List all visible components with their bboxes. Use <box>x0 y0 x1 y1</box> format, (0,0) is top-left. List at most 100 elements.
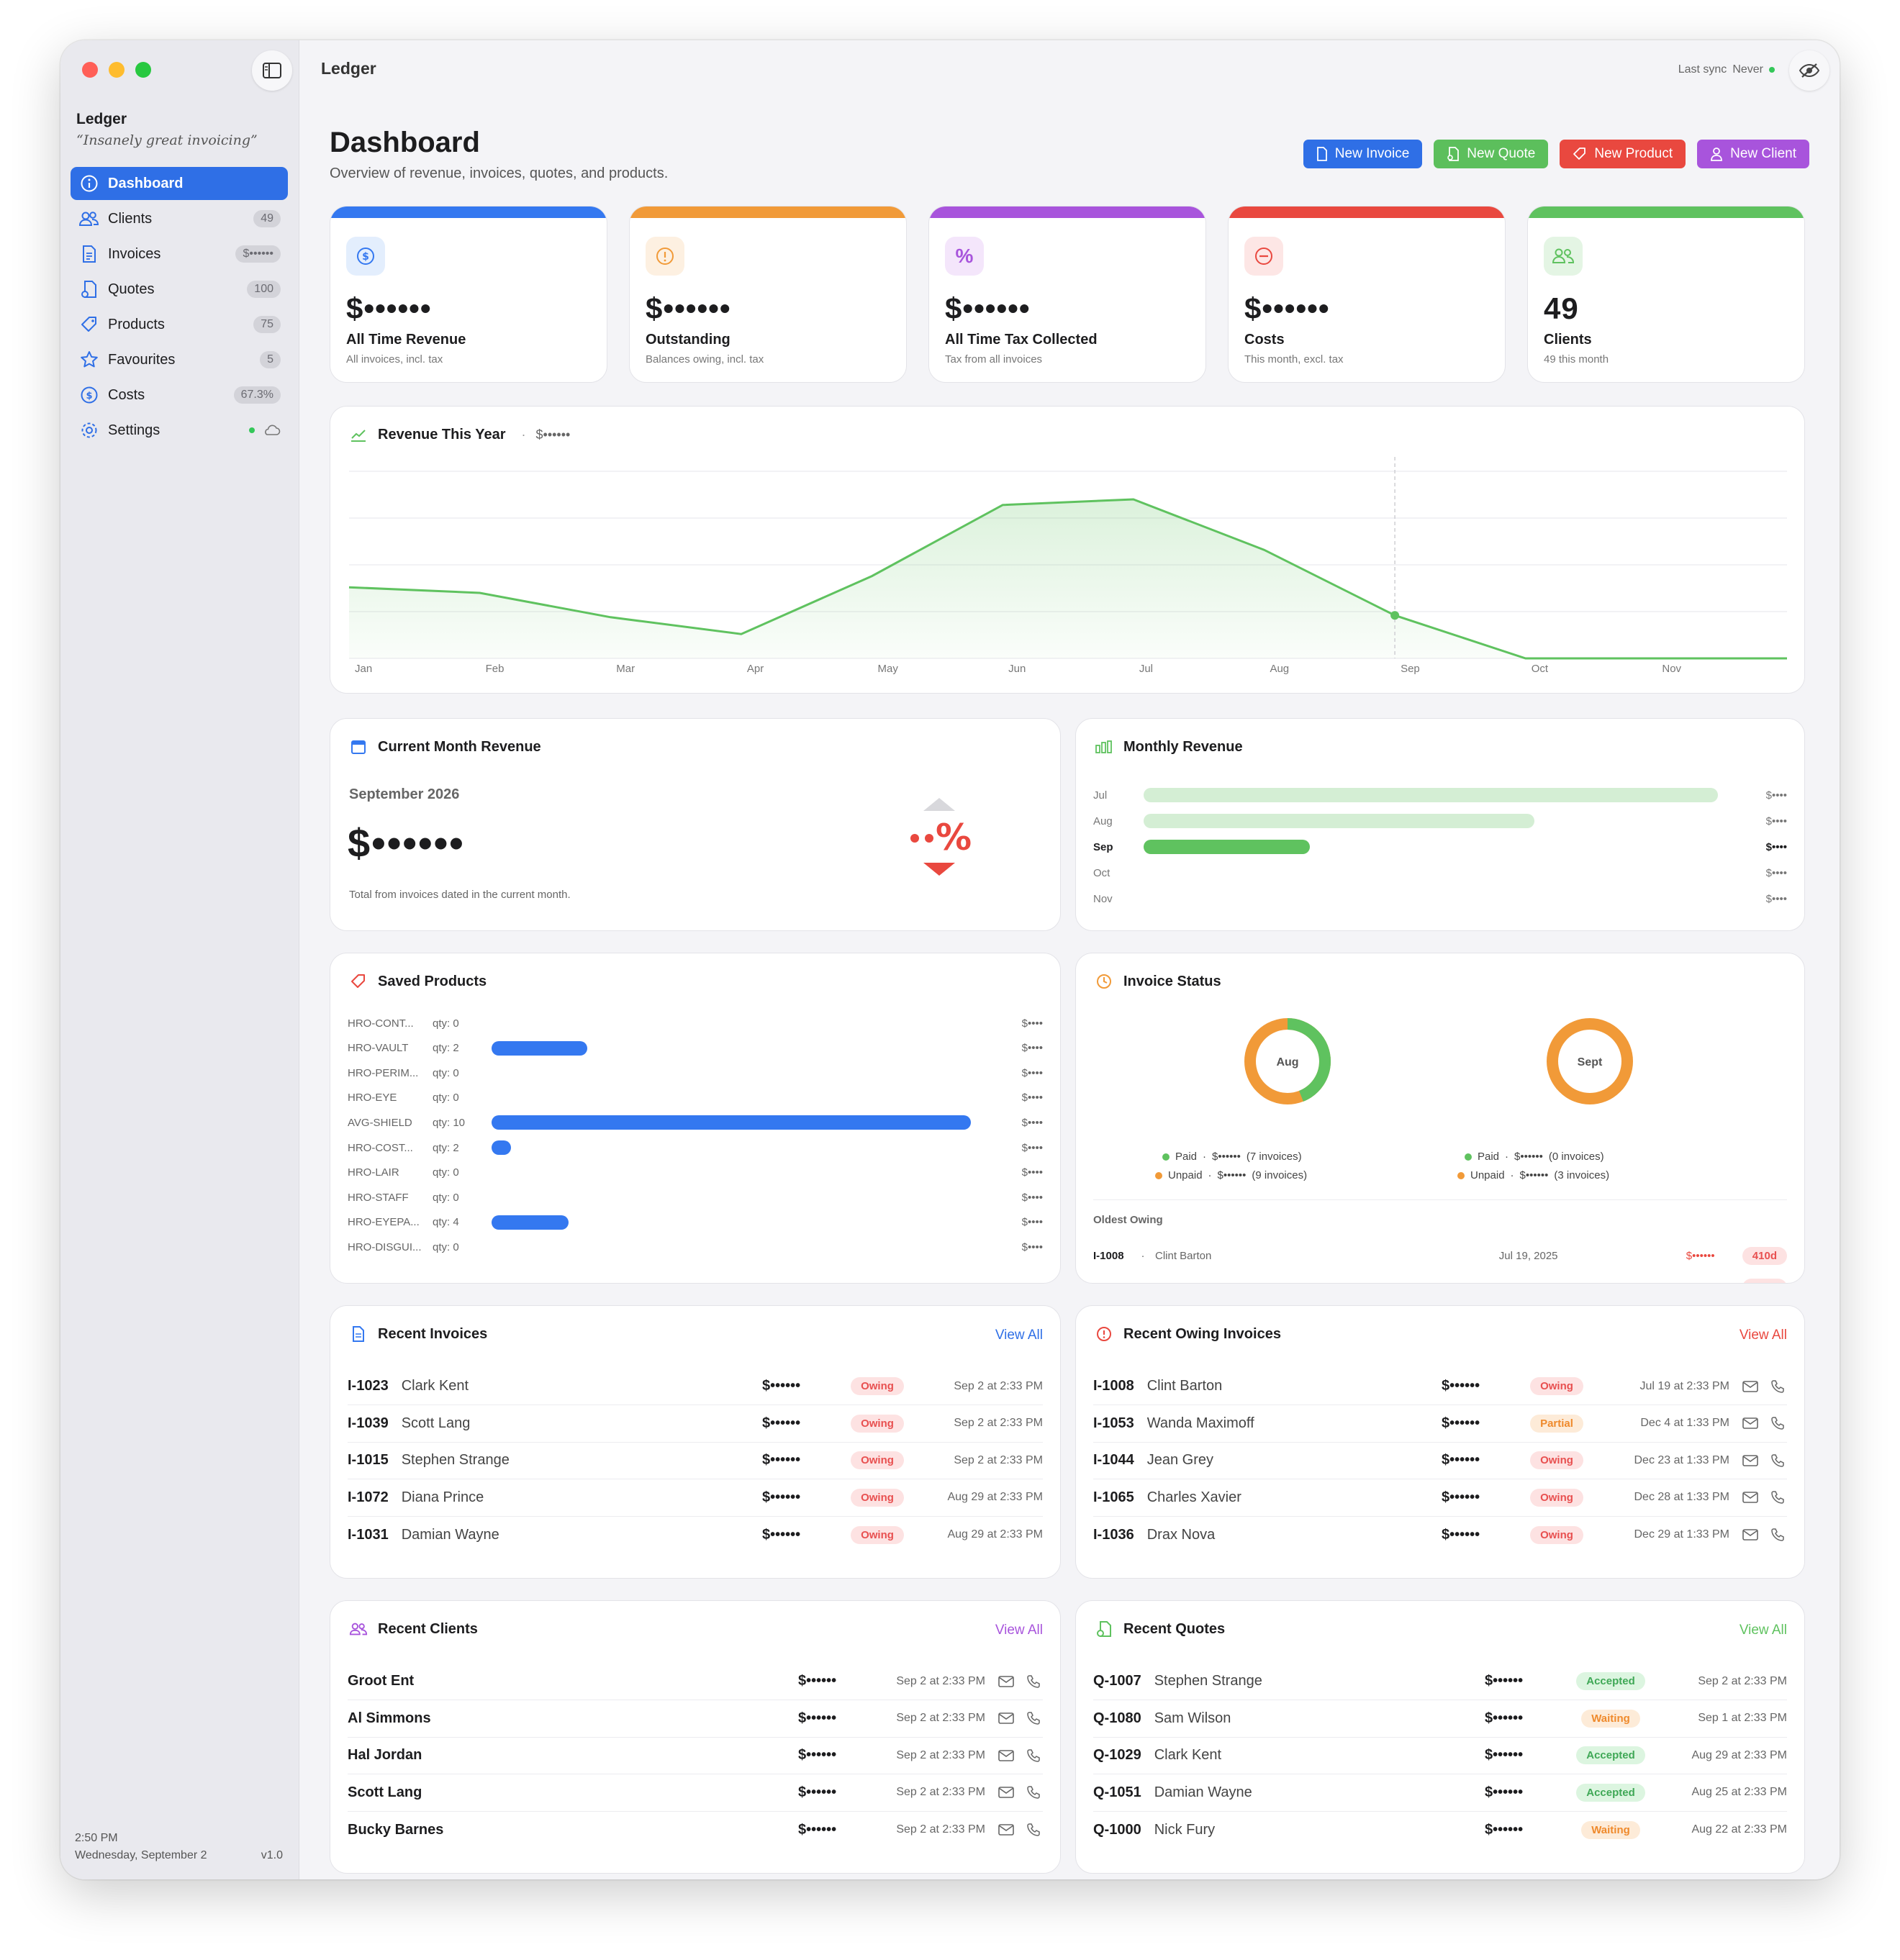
close-window-button[interactable] <box>82 62 98 78</box>
table-row[interactable]: Q-1051 Damian Wayne $•••••• Accepted Aug 25 … <box>1093 1774 1787 1812</box>
x-axis-tick-label: Nov <box>1662 663 1682 675</box>
call-button[interactable] <box>1768 1415 1787 1431</box>
table-row[interactable]: I-1053 Wanda Maximoff $•••••• Partial Dec 4 … <box>1093 1405 1787 1443</box>
call-button[interactable] <box>1024 1784 1043 1800</box>
monthly-revenue-month: Oct <box>1093 866 1110 879</box>
monthly-revenue-amount: $•••• <box>1765 789 1787 802</box>
table-row[interactable]: Groot Ent $•••••• Sep 2 at 2:33 PM <box>348 1663 1043 1700</box>
table-row[interactable]: I-1036 Drax Nova $•••••• Owing Dec 29 at 1:3… <box>1093 1516 1787 1553</box>
call-button[interactable] <box>1768 1453 1787 1469</box>
new-quote-button[interactable]: New Quote <box>1434 140 1549 168</box>
product-row[interactable]: HRO-CONT... qty: 0 $•••• <box>348 1011 1043 1035</box>
email-button[interactable] <box>1741 1489 1760 1505</box>
sidebar-toggle-button[interactable] <box>252 50 292 91</box>
product-row[interactable]: HRO-VAULT qty: 2 $•••• <box>348 1036 1043 1061</box>
table-row[interactable]: I-1031 Damian Wayne $•••••• Owing Aug 29 at … <box>348 1516 1043 1553</box>
email-button[interactable] <box>997 1748 1015 1764</box>
product-row[interactable]: HRO-STAFF qty: 0 $•••• <box>348 1185 1043 1210</box>
table-row[interactable]: I-1065 Charles Xavier $•••••• Owing Dec 28 a… <box>1093 1479 1787 1517</box>
sidebar-tagline: “Insanely great invoicing” <box>76 132 258 148</box>
row-id: I-1036 <box>1093 1526 1134 1543</box>
table-row[interactable]: Scott Lang $•••••• Sep 2 at 2:33 PM <box>348 1774 1043 1812</box>
call-button[interactable] <box>1024 1822 1043 1838</box>
oldest-owing-row[interactable]: I-1008 · Clint Barton Jul 19, 2025 $•••••• 41… <box>1093 1243 1787 1269</box>
recent-clients-view-all[interactable]: View All <box>995 1623 1043 1638</box>
table-row[interactable]: I-1023 Clark Kent $•••••• Owing Sep 2 at 2:3… <box>348 1368 1043 1405</box>
call-button[interactable] <box>1768 1379 1787 1394</box>
table-row[interactable]: Bucky Barnes $•••••• Sep 2 at 2:33 PM <box>348 1811 1043 1848</box>
call-button[interactable] <box>1024 1710 1043 1726</box>
highlight-point[interactable] <box>1390 611 1400 620</box>
oldest-owing-row[interactable]: I-1053·Wanda MaximoffDec 4, 2025$••••••2… <box>1093 1274 1787 1284</box>
table-row[interactable]: I-1008 Clint Barton $•••••• Owing Jul 19 at … <box>1093 1368 1787 1405</box>
minimize-window-button[interactable] <box>109 62 125 78</box>
product-row[interactable]: HRO-DISGUI... qty: 0 $•••• <box>348 1235 1043 1259</box>
table-row[interactable]: Q-1007 Stephen Strange $•••••• Accepted Sep … <box>1093 1663 1787 1700</box>
email-button[interactable] <box>1741 1527 1760 1543</box>
oldest-owing-id: I-1053 <box>1093 1281 1131 1284</box>
table-row[interactable]: Q-1080 Sam Wilson $•••••• Waiting Sep 1 at 2… <box>1093 1700 1787 1738</box>
eye-slash-icon <box>1799 63 1820 78</box>
row-name: Damian Wayne <box>1154 1784 1252 1800</box>
stat-card-outstanding: $•••••• Outstanding Balances owing, incl… <box>629 206 907 383</box>
table-row[interactable]: Al Simmons $•••••• Sep 2 at 2:33 PM <box>348 1700 1043 1738</box>
x-axis-tick-label: Sep <box>1401 663 1420 675</box>
row-date: Aug 29 at 2:33 PM <box>947 1491 1043 1503</box>
call-button[interactable] <box>1024 1748 1043 1764</box>
product-row[interactable]: HRO-EYEPA... qty: 4 $•••• <box>348 1210 1043 1235</box>
status-badge: Owing <box>851 1451 904 1469</box>
sidebar-item-badge: 100 <box>247 281 281 298</box>
new-invoice-button[interactable]: New Invoice <box>1303 140 1423 168</box>
monthly-revenue-amount: $•••• <box>1765 815 1787 827</box>
email-button[interactable] <box>1741 1379 1760 1394</box>
recent-quotes-view-all[interactable]: View All <box>1740 1623 1787 1638</box>
row-name: Stephen Strange <box>401 1452 510 1468</box>
call-button[interactable] <box>1768 1489 1787 1505</box>
sidebar-item-costs[interactable]: $ Costs 67.3% <box>71 378 288 412</box>
stat-label: All Time Revenue <box>346 332 466 348</box>
product-row[interactable]: HRO-EYE qty: 0 $•••• <box>348 1086 1043 1110</box>
email-button[interactable] <box>997 1822 1015 1838</box>
call-button[interactable] <box>1024 1674 1043 1689</box>
table-row[interactable]: Q-1000 Nick Fury $•••••• Waiting Aug 22 at 2… <box>1093 1811 1787 1848</box>
product-row[interactable]: HRO-COST... qty: 2 $•••• <box>348 1135 1043 1160</box>
new-client-button[interactable]: New Client <box>1697 140 1809 168</box>
table-row[interactable]: Q-1029 Clark Kent $•••••• Accepted Aug 29 at… <box>1093 1737 1787 1774</box>
table-row[interactable]: I-1044 Jean Grey $•••••• Owing Dec 23 at 1:3… <box>1093 1442 1787 1479</box>
email-button[interactable] <box>997 1784 1015 1800</box>
product-row[interactable]: HRO-LAIR qty: 0 $•••• <box>348 1161 1043 1185</box>
privacy-toggle-button[interactable] <box>1789 50 1829 91</box>
email-button[interactable] <box>997 1710 1015 1726</box>
product-row[interactable]: HRO-PERIM... qty: 0 $•••• <box>348 1061 1043 1085</box>
sidebar-item-products[interactable]: Products 75 <box>71 308 288 341</box>
email-button[interactable] <box>997 1674 1015 1689</box>
call-button[interactable] <box>1768 1527 1787 1543</box>
sidebar-item-clients[interactable]: Clients 49 <box>71 202 288 235</box>
product-qty: qty: 0 <box>433 1240 459 1253</box>
recent-invoices-view-all[interactable]: View All <box>995 1328 1043 1343</box>
new-product-button[interactable]: New Product <box>1560 140 1686 168</box>
mail-icon <box>998 1712 1014 1724</box>
sidebar-item-settings[interactable]: Settings <box>71 414 288 447</box>
table-row[interactable]: I-1039 Scott Lang $•••••• Owing Sep 2 at 2:3… <box>348 1405 1043 1443</box>
product-code: HRO-STAFF <box>348 1191 409 1204</box>
zoom-window-button[interactable] <box>135 62 151 78</box>
svg-text:$: $ <box>86 391 92 401</box>
row-amount: $•••••• <box>1442 1378 1480 1394</box>
sidebar-item-label: Settings <box>108 422 160 438</box>
sidebar-item-dashboard[interactable]: Dashboard <box>71 167 288 200</box>
monthly-revenue-card: Monthly Revenue Jul $•••• Aug $•••• Sep $••••… <box>1075 718 1805 931</box>
table-row[interactable]: I-1015 Stephen Strange $•••••• Owing Sep 2 a… <box>348 1442 1043 1479</box>
sidebar-item-quotes[interactable]: Quotes 100 <box>71 273 288 306</box>
sidebar-item-favourites[interactable]: Favourites 5 <box>71 343 288 376</box>
product-amount: $•••• <box>1021 1166 1043 1179</box>
email-button[interactable] <box>1741 1415 1760 1431</box>
email-button[interactable] <box>1741 1453 1760 1469</box>
sidebar-item-invoices[interactable]: Invoices $•••••• <box>71 237 288 271</box>
table-row[interactable]: I-1072 Diana Prince $•••••• Owing Aug 29 at … <box>348 1479 1043 1517</box>
person-icon <box>1711 148 1723 161</box>
table-row[interactable]: Hal Jordan $•••••• Sep 2 at 2:33 PM <box>348 1737 1043 1774</box>
recent-owing-view-all[interactable]: View All <box>1740 1328 1787 1343</box>
mail-icon <box>1742 1454 1758 1466</box>
product-row[interactable]: AVG-SHIELD qty: 10 $•••• <box>348 1110 1043 1135</box>
